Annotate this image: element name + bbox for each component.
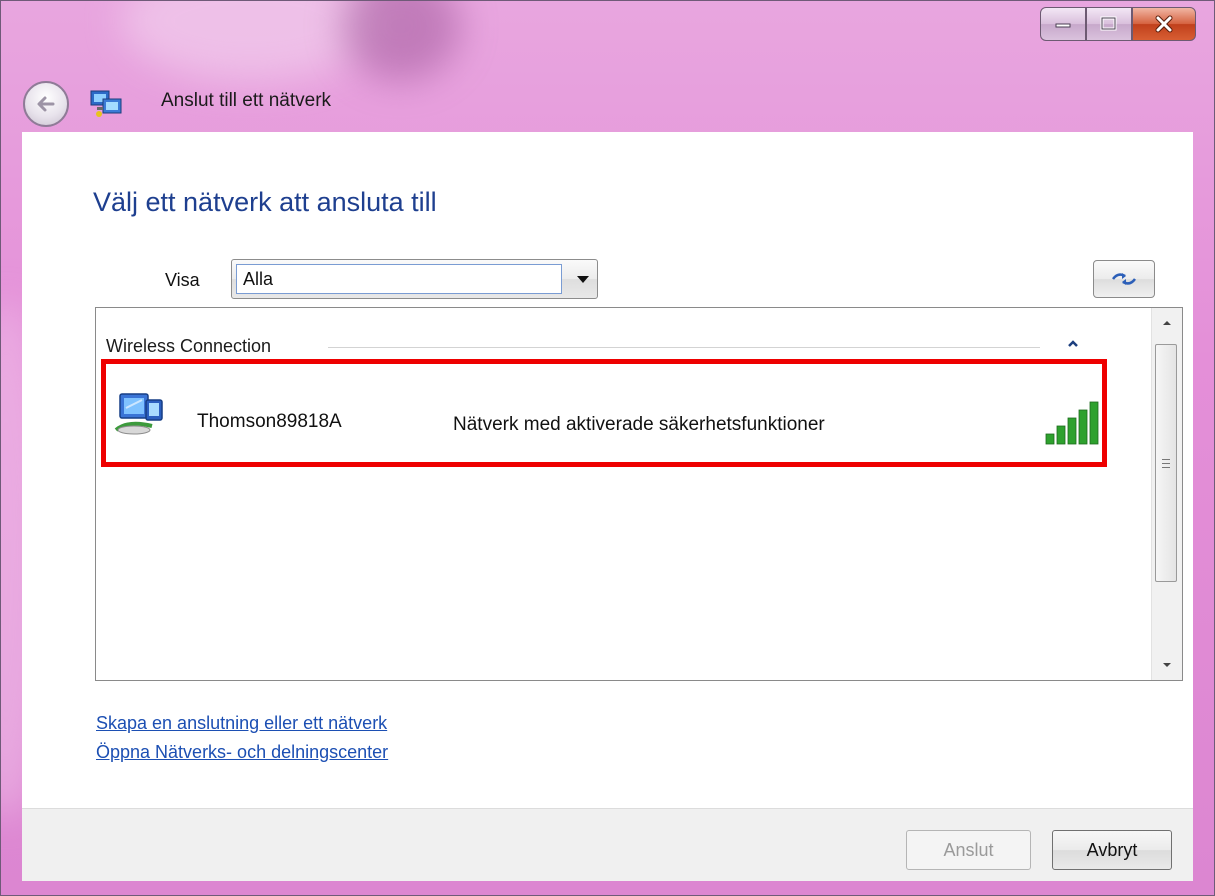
scroll-down-button[interactable] <box>1152 650 1182 680</box>
window: Anslut till ett nätverk Välj ett nätverk… <box>0 0 1215 896</box>
button-bar: Anslut Avbryt <box>22 808 1193 881</box>
minimize-button[interactable] <box>1040 7 1086 41</box>
title-bar: Anslut till ett nätverk <box>1 1 1214 131</box>
network-item[interactable]: Thomson89818A Nätverk med aktiverade säk… <box>101 359 1107 467</box>
scroll-up-icon <box>1163 321 1171 325</box>
create-connection-link[interactable]: Skapa en anslutning eller ett nätverk <box>96 713 387 734</box>
wireless-network-icon <box>114 393 163 435</box>
caption-buttons <box>1040 7 1196 43</box>
maximize-button[interactable] <box>1086 7 1132 41</box>
signal-bar <box>1067 417 1077 445</box>
connect-button[interactable]: Anslut <box>906 830 1031 870</box>
content-panel: Välj ett nätverk att ansluta till Visa A… <box>22 132 1193 808</box>
signal-bar <box>1056 425 1066 445</box>
filter-dropdown[interactable]: Alla <box>231 259 598 299</box>
window-title: Anslut till ett nätverk <box>161 90 332 111</box>
network-name: Thomson89818A <box>197 411 342 432</box>
scroll-up-button[interactable] <box>1152 308 1182 338</box>
scroll-thumb[interactable] <box>1155 344 1177 582</box>
close-button[interactable] <box>1132 7 1196 41</box>
page-heading: Välj ett nätverk att ansluta till <box>93 187 437 217</box>
back-button[interactable] <box>23 81 69 127</box>
close-icon <box>1155 15 1173 33</box>
group-divider <box>328 347 1040 348</box>
signal-bar <box>1045 433 1055 445</box>
grip-icon <box>1162 458 1170 468</box>
scroll-down-icon <box>1163 663 1171 667</box>
refresh-icon <box>1111 273 1137 285</box>
chevron-down-icon <box>577 276 589 283</box>
back-arrow-icon <box>37 96 55 112</box>
group-header: Wireless Connection <box>106 336 272 356</box>
minimize-icon <box>1055 23 1071 28</box>
network-center-link[interactable]: Öppna Nätverks- och delningscenter <box>96 742 388 763</box>
signal-strength-icon <box>1045 401 1099 445</box>
cancel-button[interactable]: Avbryt <box>1052 830 1172 870</box>
scrollbar[interactable] <box>1151 308 1182 680</box>
filter-selected-value: Alla <box>236 264 562 294</box>
signal-bar <box>1089 401 1099 445</box>
network-list: Wireless Connection Thomson89818A Nätver… <box>95 307 1183 681</box>
filter-label: Visa <box>165 270 200 290</box>
network-security-status: Nätverk med aktiverade säkerhetsfunktion… <box>453 414 825 435</box>
network-connect-icon <box>90 90 122 117</box>
maximize-icon <box>1100 16 1117 31</box>
chevron-up-icon[interactable] <box>1066 338 1080 350</box>
signal-bar <box>1078 409 1088 445</box>
refresh-button[interactable] <box>1093 260 1155 298</box>
